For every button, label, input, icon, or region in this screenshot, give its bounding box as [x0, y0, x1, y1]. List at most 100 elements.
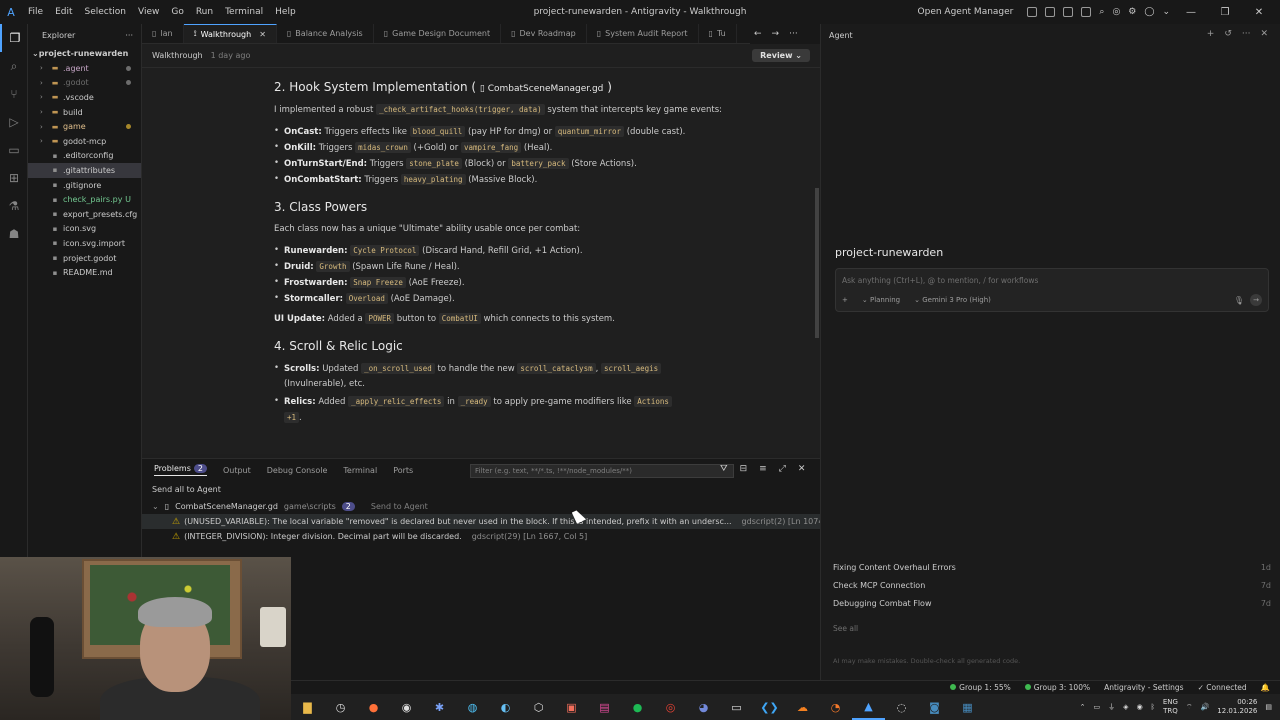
problem-file-row[interactable]: ⌄ ▯ CombatSceneManager.gd game\scripts 2… [142, 498, 820, 514]
remote-icon[interactable]: ▭ [0, 136, 28, 164]
go-forward-icon[interactable]: → [772, 29, 780, 39]
language-indicator[interactable]: ENG TRQ [1163, 698, 1178, 716]
editor-tab[interactable]: ▯ lan [142, 24, 184, 43]
tray-usb-icon[interactable]: ⏚ [1108, 702, 1115, 712]
conversation-item[interactable]: Debugging Combat Flow 7d [833, 594, 1271, 612]
extensions-icon[interactable]: ◎ [1112, 7, 1120, 17]
tree-item[interactable]: ▪ icon.svg [28, 222, 141, 237]
menu-go[interactable]: Go [171, 7, 183, 17]
search-icon[interactable]: ⌕ [0, 52, 28, 80]
tree-item[interactable]: ▪ README.md [28, 265, 141, 280]
see-all-link[interactable]: See all [833, 624, 858, 633]
explorer-icon[interactable]: ❐ [0, 24, 28, 52]
tree-item[interactable]: › ▬ .agent [28, 61, 141, 76]
maximize-icon[interactable]: ❐ [1212, 7, 1238, 18]
tray-nvidia-icon[interactable]: ◉ [1137, 703, 1143, 711]
settings-status[interactable]: Antigravity - Settings [1104, 683, 1184, 692]
discord-icon[interactable]: ◕ [687, 694, 720, 720]
tree-item[interactable]: ▪ .gitignore [28, 178, 141, 193]
send-to-agent-button[interactable]: Send to Agent [371, 502, 428, 511]
game-icon[interactable]: ☗ [0, 220, 28, 248]
tree-item[interactable]: › ▬ .vscode [28, 90, 141, 105]
volume-icon[interactable]: 🔊 [1201, 703, 1210, 711]
run-debug-icon[interactable]: ▷ [0, 108, 28, 136]
tree-item[interactable]: › ▬ .godot [28, 76, 141, 91]
extensions-icon[interactable]: ⊞ [0, 164, 28, 192]
filter-icon[interactable]: ⛛ [720, 464, 728, 474]
editor-tab[interactable]: ▯ Dev Roadmap [501, 24, 587, 43]
group1-status[interactable]: Group 1: 55% [950, 683, 1011, 692]
menu-help[interactable]: Help [275, 7, 296, 17]
notification-center-icon[interactable]: ▤ [1265, 703, 1272, 711]
github-icon[interactable]: ◉ [390, 694, 423, 720]
tab-output[interactable]: Output [223, 466, 251, 475]
problems-filter-input[interactable]: Filter (e.g. text, **/*.ts, !**/node_mod… [470, 464, 734, 478]
file-explorer-icon[interactable]: ▇ [291, 694, 324, 720]
close-icon[interactable]: ✕ [1260, 29, 1268, 39]
app-icon[interactable]: ◍ [456, 694, 489, 720]
spotify-icon[interactable]: ● [621, 694, 654, 720]
app-icon[interactable]: ▤ [588, 694, 621, 720]
source-control-icon[interactable]: ⑂ [0, 80, 28, 108]
blender-icon[interactable]: ◔ [819, 694, 852, 720]
steam-icon[interactable]: ◐ [489, 694, 522, 720]
app-icon[interactable]: ◌ [885, 694, 918, 720]
terminal-icon[interactable]: ▭ [720, 694, 753, 720]
conversation-item[interactable]: Check MCP Connection 7d [833, 576, 1271, 594]
connection-status[interactable]: ✓ Connected [1198, 683, 1247, 692]
antigravity-icon[interactable]: ▲ [852, 694, 885, 720]
tree-item[interactable]: ▪ icon.svg.import [28, 236, 141, 251]
editor-tab[interactable]: ▯ Tu [699, 24, 737, 43]
close-tab-icon[interactable]: ✕ [259, 30, 266, 39]
open-agent-manager-button[interactable]: Open Agent Manager [918, 7, 1014, 17]
toggle-panel-icon[interactable] [1063, 7, 1074, 17]
notifications-icon[interactable]: 🔔 [1261, 683, 1270, 692]
model-select[interactable]: ⌄ Gemini 3 Pro (High) [914, 296, 991, 304]
tree-item[interactable]: › ▬ godot-mcp [28, 134, 141, 149]
firefox-icon[interactable]: ● [357, 694, 390, 720]
minimize-icon[interactable]: — [1178, 7, 1204, 18]
editor-tab[interactable]: ⟟ Walkthrough ✕ [183, 24, 277, 43]
agent-chat-input[interactable]: Ask anything (Ctrl+L), @ to mention, / f… [835, 268, 1269, 312]
settings-gear-icon[interactable]: ⚙ [1128, 7, 1136, 17]
app-icon[interactable]: ✱ [423, 694, 456, 720]
chevron-down-icon[interactable]: ⌄ [1162, 7, 1170, 17]
file-link[interactable]: ▯ CombatSceneManager.gd [480, 84, 604, 94]
app-icon[interactable]: ▦ [951, 694, 984, 720]
scrollbar-thumb[interactable] [815, 188, 819, 338]
explorer-more-icon[interactable]: ··· [125, 31, 133, 40]
menu-selection[interactable]: Selection [85, 7, 126, 17]
collapse-all-icon[interactable]: ⊟ [740, 464, 748, 474]
app-icon[interactable]: ▣ [555, 694, 588, 720]
vscode-icon[interactable]: ❮❯ [753, 694, 786, 720]
maximize-panel-icon[interactable]: ⤢ [779, 464, 786, 474]
layout-icon[interactable] [1027, 7, 1038, 17]
search-icon[interactable]: ⌕ [1099, 7, 1104, 17]
tree-item[interactable]: › ▬ build [28, 105, 141, 120]
close-panel-icon[interactable]: ✕ [798, 464, 806, 474]
mode-select[interactable]: ⌄ Planning [862, 296, 900, 304]
network-icon[interactable]: ⌔ [1186, 703, 1193, 712]
menu-terminal[interactable]: Terminal [225, 7, 263, 17]
menu-run[interactable]: Run [196, 7, 213, 17]
tree-item[interactable]: ▪ .gitattributes [28, 163, 141, 178]
tree-item[interactable]: ▪ check_pairs.py U [28, 192, 141, 207]
new-chat-icon[interactable]: + [1207, 29, 1215, 39]
go-back-icon[interactable]: ← [754, 29, 762, 39]
more-icon[interactable]: ··· [1242, 29, 1251, 39]
tray-chevron-icon[interactable]: ⌃ [1080, 703, 1086, 711]
godot-icon[interactable]: ◙ [918, 694, 951, 720]
tab-ports[interactable]: Ports [393, 466, 413, 475]
tree-item[interactable]: ▪ export_presets.cfg [28, 207, 141, 222]
tray-bluetooth-icon[interactable]: ᛒ [1151, 703, 1155, 711]
account-icon[interactable]: ◯ [1144, 7, 1154, 17]
editor-tab[interactable]: ▯ System Audit Report [587, 24, 699, 43]
project-root[interactable]: ⌄ project-runewarden [28, 46, 141, 61]
close-icon[interactable]: ✕ [1246, 7, 1272, 18]
history-icon[interactable]: ↺ [1224, 29, 1232, 39]
tree-item[interactable]: ▪ .editorconfig [28, 149, 141, 164]
add-context-icon[interactable]: + [842, 296, 848, 304]
unity-icon[interactable]: ⬡ [522, 694, 555, 720]
editor-tab[interactable]: ▯ Balance Analysis [277, 24, 374, 43]
view-as-list-icon[interactable]: ≡ [759, 464, 767, 474]
